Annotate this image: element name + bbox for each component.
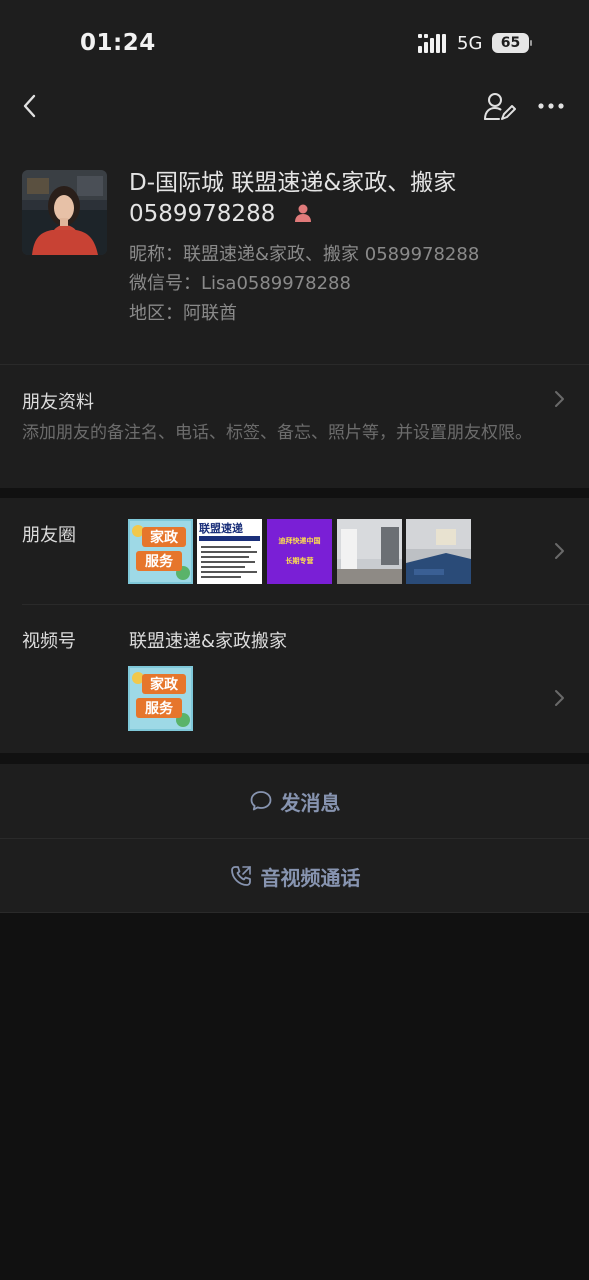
nickname-value: 联盟速递&家政、搬家 0589978288 [183,244,480,265]
friend-info-description: 添加朋友的备注名、电话、标签、备忘、照片等，并设置朋友权限。 [22,423,532,443]
chevron-right-icon [555,543,564,559]
friend-info-row[interactable]: 朋友资料 添加朋友的备注名、电话、标签、备忘、照片等，并设置朋友权限。 [0,365,589,488]
moments-row[interactable]: 朋友圈 家政 服务 联盟速递 迪拜快递中国 长期专营 [0,498,589,604]
send-message-button[interactable]: 发消息 [0,764,589,838]
phone-call-icon [230,866,251,886]
channels-title: 视频号 [22,631,76,652]
profile-header: D-国际城 联盟速递&家政、搬家 0589978288 昵称：联盟速递&家政、搬… [0,80,589,488]
more-dots-icon[interactable] [536,92,566,120]
battery-icon: 65 [492,33,532,53]
battery-tip [530,40,532,46]
region-value: 阿联酋 [183,303,237,324]
chevron-right-icon [555,391,564,407]
moment-thumbnail-4[interactable] [337,519,402,584]
region-line: 地区：阿联酋 [129,299,237,325]
battery-level: 65 [492,33,529,53]
moment-thumbnail-1-text-2: 服务 [145,553,174,570]
moment-thumbnail-3-text-2: 长期专营 [286,556,314,565]
divider [0,912,589,913]
profile-name: D-国际城 联盟速递&家政、搬家 0589978288 [129,168,569,230]
moment-thumbnail-1-text-1: 家政 [150,529,179,546]
audio-video-call-button[interactable]: 音视频通话 [0,839,589,913]
wechat-id-line: 微信号：Lisa0589978288 [129,269,351,295]
moment-thumbnail-2[interactable]: 联盟速递 [197,519,262,584]
moment-thumbnail-3-text-1: 迪拜快递中国 [279,536,321,545]
nickname-line: 昵称：联盟速递&家政、搬家 0589978288 [129,240,479,266]
edit-user-icon[interactable] [482,90,516,124]
moment-thumbnail-3[interactable]: 迪拜快递中国 长期专营 [267,519,332,584]
send-message-label: 发消息 [280,790,341,815]
avatar[interactable] [22,170,107,255]
status-bar: 01:24 5G 65 [0,0,589,80]
chat-bubble-icon [250,791,271,811]
channels-name: 联盟速递&家政搬家 [129,631,288,652]
region-label: 地区： [129,303,183,324]
network-type: 5G [457,33,483,54]
channel-thumbnail-text-2: 服务 [145,700,174,717]
friend-info-title: 朋友资料 [22,392,94,413]
status-time: 01:24 [80,30,156,56]
wechat-id-value[interactable]: Lisa0589978288 [201,273,351,294]
moment-thumbnail-2-text: 联盟速递 [199,521,243,535]
channel-thumbnail-text-1: 家政 [150,676,179,693]
moment-thumbnail-5[interactable] [406,519,471,584]
channel-thumbnail[interactable]: 家政 服务 [128,666,193,731]
female-icon [295,204,312,222]
wechat-id-label: 微信号： [129,273,201,294]
signal-strength-icon [418,34,446,53]
chevron-left-icon[interactable] [16,92,44,120]
audio-video-call-label: 音视频通话 [260,865,361,890]
channels-row[interactable]: 视频号 联盟速递&家政搬家 家政 服务 [0,605,589,753]
chevron-right-icon [555,690,564,706]
moments-channels-section: 朋友圈 家政 服务 联盟速递 迪拜快递中国 长期专营 视频号 联盟速递&家政搬家… [0,498,589,753]
moments-title: 朋友圈 [22,525,76,546]
nickname-label: 昵称： [129,244,183,265]
moment-thumbnail-1[interactable]: 家政 服务 [128,519,193,584]
